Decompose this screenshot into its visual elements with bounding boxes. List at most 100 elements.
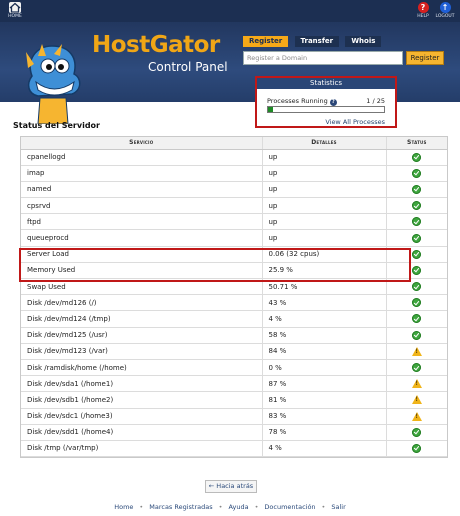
service-details: 43 %	[261, 294, 386, 312]
table-row: Disk /dev/sda1 (/home1) 87 %	[21, 375, 447, 393]
service-name: ftpd	[21, 213, 262, 231]
tab-whois[interactable]: Whois	[345, 36, 382, 47]
ok-check-icon	[412, 282, 422, 292]
logout-label: LOGOUT	[435, 14, 455, 19]
table-row: queueprocd up	[21, 229, 447, 247]
domain-search-input[interactable]: Register a Domain	[243, 51, 403, 65]
table-row: Disk /dev/md124 (/tmp) 4 %	[21, 310, 447, 328]
service-status-cell	[385, 408, 447, 425]
help-label: HELP	[417, 14, 429, 19]
ok-check-icon	[412, 217, 422, 227]
view-all-processes-link[interactable]: View All Processes	[325, 118, 385, 126]
service-details: up	[261, 229, 386, 247]
service-details: up	[261, 181, 386, 199]
table-row: Swap Used 50.71 %	[21, 278, 447, 296]
footer-link-trademarks[interactable]: Marcas Registradas	[149, 503, 212, 511]
logout-link[interactable]: ↑ LOGOUT	[434, 2, 456, 19]
warning-icon	[411, 395, 422, 405]
table-row: Disk /dev/sdb1 (/home2) 81 %	[21, 391, 447, 409]
domain-tabs: Register Transfer Whois	[243, 36, 385, 47]
footer-link-documentation[interactable]: Documentación	[264, 503, 315, 511]
tab-register[interactable]: Register	[243, 36, 289, 47]
back-button[interactable]: ← Hacia atrás	[205, 480, 257, 493]
service-name: Disk /dev/sdc1 (/home3)	[21, 408, 262, 425]
warning-icon	[411, 411, 422, 421]
service-name: Server Load	[21, 246, 262, 263]
ok-check-icon	[412, 168, 422, 178]
table-row: Disk /dev/md123 (/var) 84 %	[21, 343, 447, 360]
service-details: 4 %	[261, 310, 386, 328]
service-status-cell	[385, 278, 447, 296]
logout-icon: ↑	[439, 2, 451, 13]
register-button[interactable]: Register	[406, 51, 444, 65]
ok-check-icon	[412, 265, 422, 275]
service-details: 0 %	[261, 359, 386, 377]
service-status-cell	[385, 375, 447, 393]
column-header-details: Detalles	[261, 137, 386, 150]
service-name: Memory Used	[21, 262, 262, 280]
hostgator-mascot-logo	[26, 44, 81, 124]
footer-separator: •	[139, 503, 144, 511]
table-row: named up	[21, 181, 447, 199]
ok-check-icon	[412, 152, 422, 162]
table-row: Disk /dev/md125 (/usr) 58 %	[21, 327, 447, 344]
help-icon: ?	[417, 2, 429, 13]
table-row: Disk /ramdisk/home (/home) 0 %	[21, 359, 447, 377]
table-header-row: Servicio Detalles Status	[21, 137, 447, 150]
service-name: Swap Used	[21, 278, 262, 296]
footer-separator: •	[254, 503, 259, 511]
help-link[interactable]: ? HELP	[412, 2, 434, 19]
footer-link-logout[interactable]: Salir	[331, 503, 345, 511]
processes-progress-bar	[267, 106, 385, 113]
service-name: Disk /dev/sda1 (/home1)	[21, 375, 262, 393]
tab-transfer[interactable]: Transfer	[294, 36, 340, 47]
home-link[interactable]: HOME	[4, 2, 26, 19]
service-details: 87 %	[261, 375, 386, 393]
footer-separator: •	[321, 503, 326, 511]
service-status-cell	[385, 213, 447, 231]
home-icon	[9, 2, 21, 13]
service-name: Disk /dev/md123 (/var)	[21, 343, 262, 360]
service-details: up	[261, 149, 386, 166]
service-name: Disk /ramdisk/home (/home)	[21, 359, 262, 377]
ok-check-icon	[412, 363, 422, 373]
service-status-cell	[385, 359, 447, 377]
top-toolbar: HOME ? HELP ↑ LOGOUT	[0, 0, 460, 22]
ok-check-icon	[412, 330, 422, 340]
footer-link-home[interactable]: Home	[114, 503, 133, 511]
server-status-table: Servicio Detalles Status cpanellogd up ima…	[20, 136, 448, 459]
service-name: Disk /dev/md125 (/usr)	[21, 327, 262, 344]
footer-links: Home • Marcas Registradas • Ayuda • Documentac…	[0, 503, 460, 511]
ok-check-icon	[412, 233, 422, 243]
service-details: up	[261, 213, 386, 231]
column-header-status: Status	[385, 137, 447, 150]
service-name: Disk /dev/sdb1 (/home2)	[21, 391, 262, 409]
service-name: imap	[21, 165, 262, 182]
service-name: queueprocd	[21, 229, 262, 247]
service-status-cell	[385, 246, 447, 263]
help-question-icon[interactable]: ?	[329, 99, 337, 106]
service-name: Disk /tmp (/var/tmp)	[21, 440, 262, 458]
service-details: 78 %	[261, 424, 386, 441]
processes-progress-fill	[268, 107, 273, 112]
statistics-title: Statistics	[257, 78, 395, 89]
ok-check-icon	[412, 314, 422, 324]
processes-count: 1 / 25	[366, 97, 385, 105]
service-status-cell	[385, 440, 447, 458]
service-status-cell	[385, 343, 447, 360]
service-name: Disk /dev/md124 (/tmp)	[21, 310, 262, 328]
service-status-cell	[385, 229, 447, 247]
service-details: 25.9 %	[261, 262, 386, 280]
service-details: 50.71 %	[261, 278, 386, 296]
processes-running-row: Processes Running ?	[267, 97, 337, 106]
brand-subtitle: Control Panel	[148, 60, 228, 74]
column-header-service: Servicio	[21, 137, 262, 150]
service-details: up	[261, 165, 386, 182]
brand-name: HostGator	[92, 32, 220, 58]
service-name: Disk /dev/sdd1 (/home4)	[21, 424, 262, 441]
table-row: ftpd up	[21, 213, 447, 231]
ok-check-icon	[412, 298, 422, 308]
service-details: 58 %	[261, 327, 386, 344]
service-status-cell	[385, 181, 447, 199]
footer-link-help[interactable]: Ayuda	[228, 503, 248, 511]
